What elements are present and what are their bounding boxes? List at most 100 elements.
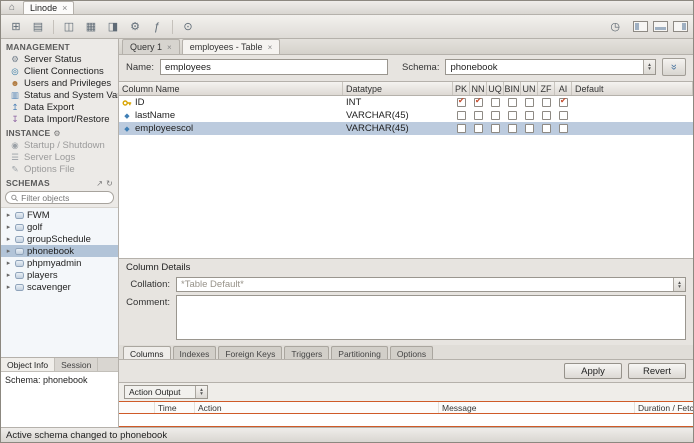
- uq-checkbox[interactable]: [491, 111, 500, 120]
- un-checkbox[interactable]: [525, 124, 534, 133]
- uq-checkbox[interactable]: [491, 124, 500, 133]
- pk-checkbox[interactable]: [457, 124, 466, 133]
- action-output-list[interactable]: [119, 414, 693, 427]
- tab-foreign-keys[interactable]: Foreign Keys: [218, 346, 283, 359]
- sidebar-item-data-export[interactable]: ↥ Data Export: [1, 101, 118, 113]
- zf-checkbox[interactable]: [542, 98, 551, 107]
- new-table-icon[interactable]: ▦: [81, 18, 101, 36]
- zf-checkbox[interactable]: [542, 124, 551, 133]
- column-row-employeescol[interactable]: ◆ employeescol VARCHAR(45): [119, 122, 693, 135]
- schema-item-scavenger[interactable]: ▸ scavenger: [1, 281, 118, 293]
- combo-stepper-icon[interactable]: ▴ ▾: [195, 386, 207, 398]
- nn-checkbox[interactable]: [474, 111, 483, 120]
- new-schema-icon[interactable]: ◫: [59, 18, 79, 36]
- bin-checkbox[interactable]: [508, 111, 517, 120]
- schema-filter-input[interactable]: [21, 192, 108, 203]
- new-sql-tab-icon[interactable]: ⊞: [6, 18, 26, 36]
- nn-checkbox[interactable]: [474, 124, 483, 133]
- header-zf[interactable]: ZF: [538, 82, 555, 95]
- nn-checkbox[interactable]: [474, 96, 483, 107]
- column-default[interactable]: [572, 96, 693, 109]
- tab-object-info[interactable]: Object Info: [1, 358, 56, 371]
- column-row-id[interactable]: ID INT: [119, 96, 693, 109]
- header-pk[interactable]: PK: [453, 82, 470, 95]
- toggle-bottom-panel-icon[interactable]: [653, 21, 668, 32]
- schema-item-phonebook[interactable]: ▸ phonebook: [1, 245, 118, 257]
- chevron-right-icon[interactable]: ▸: [5, 235, 12, 243]
- sidebar-item-client-connections[interactable]: ◎ Client Connections: [1, 65, 118, 77]
- sidebar-item-server-logs[interactable]: ☰ Server Logs: [1, 151, 118, 163]
- header-uq[interactable]: UQ: [487, 82, 504, 95]
- chevron-right-icon[interactable]: ▸: [5, 211, 12, 219]
- schemas-expand-icon[interactable]: ↗: [96, 179, 103, 188]
- close-tab-icon[interactable]: ×: [268, 43, 273, 52]
- sidebar-item-users-privileges[interactable]: ☻ Users and Privileges: [1, 77, 118, 89]
- un-checkbox[interactable]: [525, 98, 534, 107]
- sidebar-item-status-variables[interactable]: ▥ Status and System Variables: [1, 89, 118, 101]
- close-tab-icon[interactable]: ×: [167, 43, 172, 52]
- schema-item-fwm[interactable]: ▸ FWM: [1, 209, 118, 221]
- combo-stepper-icon[interactable]: ▴ ▾: [643, 60, 655, 74]
- ai-checkbox[interactable]: [559, 96, 568, 107]
- apply-button[interactable]: Apply: [564, 363, 622, 379]
- column-row-lastname[interactable]: ◆ lastName VARCHAR(45): [119, 109, 693, 122]
- schemas-refresh-icon[interactable]: ↻: [106, 179, 113, 188]
- ai-checkbox[interactable]: [559, 124, 568, 133]
- header-default[interactable]: Default: [572, 82, 693, 95]
- clock-icon[interactable]: ◷: [610, 20, 620, 33]
- tab-query-1[interactable]: Query 1 ×: [122, 39, 180, 54]
- open-sql-script-icon[interactable]: ▤: [28, 18, 48, 36]
- zf-checkbox[interactable]: [542, 111, 551, 120]
- ai-checkbox[interactable]: [559, 111, 568, 120]
- schema-item-phpmyadmin[interactable]: ▸ phpmyadmin: [1, 257, 118, 269]
- chevron-right-icon[interactable]: ▸: [5, 271, 12, 279]
- tab-options[interactable]: Options: [389, 346, 434, 359]
- sidebar-item-options-file[interactable]: ✎ Options File: [1, 163, 118, 175]
- collation-select[interactable]: *Table Default* ▴ ▾: [176, 277, 686, 292]
- bin-checkbox[interactable]: [508, 98, 517, 107]
- uq-checkbox[interactable]: [491, 98, 500, 107]
- header-bin[interactable]: BIN: [504, 82, 521, 95]
- new-procedure-icon[interactable]: ⚙: [125, 18, 145, 36]
- column-datatype[interactable]: VARCHAR(45): [343, 122, 453, 135]
- sidebar-item-data-import[interactable]: ↧ Data Import/Restore: [1, 113, 118, 125]
- header-column-name[interactable]: Column Name: [119, 82, 343, 95]
- column-default[interactable]: [572, 122, 693, 135]
- schema-item-groupschedule[interactable]: ▸ groupSchedule: [1, 233, 118, 245]
- revert-button[interactable]: Revert: [628, 363, 686, 379]
- comment-input[interactable]: [176, 295, 686, 340]
- un-checkbox[interactable]: [525, 111, 534, 120]
- sidebar-item-startup-shutdown[interactable]: ◉ Startup / Shutdown: [1, 139, 118, 151]
- new-function-icon[interactable]: ƒ: [147, 18, 167, 36]
- bin-checkbox[interactable]: [508, 124, 517, 133]
- chevron-right-icon[interactable]: ▸: [5, 247, 12, 255]
- output-view-select[interactable]: Action Output ▴ ▾: [124, 385, 208, 399]
- home-icon[interactable]: ⌂: [9, 2, 15, 14]
- close-tab-icon[interactable]: ×: [62, 3, 67, 13]
- tab-indexes[interactable]: Indexes: [172, 346, 217, 359]
- column-default[interactable]: [572, 109, 693, 122]
- schema-select[interactable]: phonebook ▴ ▾: [445, 59, 656, 75]
- column-datatype[interactable]: INT: [343, 96, 453, 109]
- pk-checkbox[interactable]: [457, 111, 466, 120]
- instance-config-icon[interactable]: ⚙: [53, 129, 60, 138]
- tab-partitioning[interactable]: Partitioning: [331, 346, 388, 359]
- header-nn[interactable]: NN: [470, 82, 487, 95]
- header-time[interactable]: Time: [155, 402, 195, 413]
- connection-tab-linode[interactable]: Linode ×: [23, 1, 75, 14]
- header-ai[interactable]: AI: [555, 82, 572, 95]
- header-message[interactable]: Message: [439, 402, 635, 413]
- header-datatype[interactable]: Datatype: [343, 82, 453, 95]
- chevron-right-icon[interactable]: ▸: [5, 223, 12, 231]
- header-un[interactable]: UN: [521, 82, 538, 95]
- toggle-left-sidebar-icon[interactable]: [633, 21, 648, 32]
- new-view-icon[interactable]: ◨: [103, 18, 123, 36]
- search-data-icon[interactable]: ⊙: [178, 18, 198, 36]
- table-name-input[interactable]: [159, 59, 388, 75]
- tab-session[interactable]: Session: [55, 358, 99, 371]
- column-datatype[interactable]: VARCHAR(45): [343, 109, 453, 122]
- header-action[interactable]: Action: [195, 402, 439, 413]
- schema-item-players[interactable]: ▸ players: [1, 269, 118, 281]
- combo-stepper-icon[interactable]: ▴ ▾: [673, 278, 685, 291]
- chevron-right-icon[interactable]: ▸: [5, 259, 12, 267]
